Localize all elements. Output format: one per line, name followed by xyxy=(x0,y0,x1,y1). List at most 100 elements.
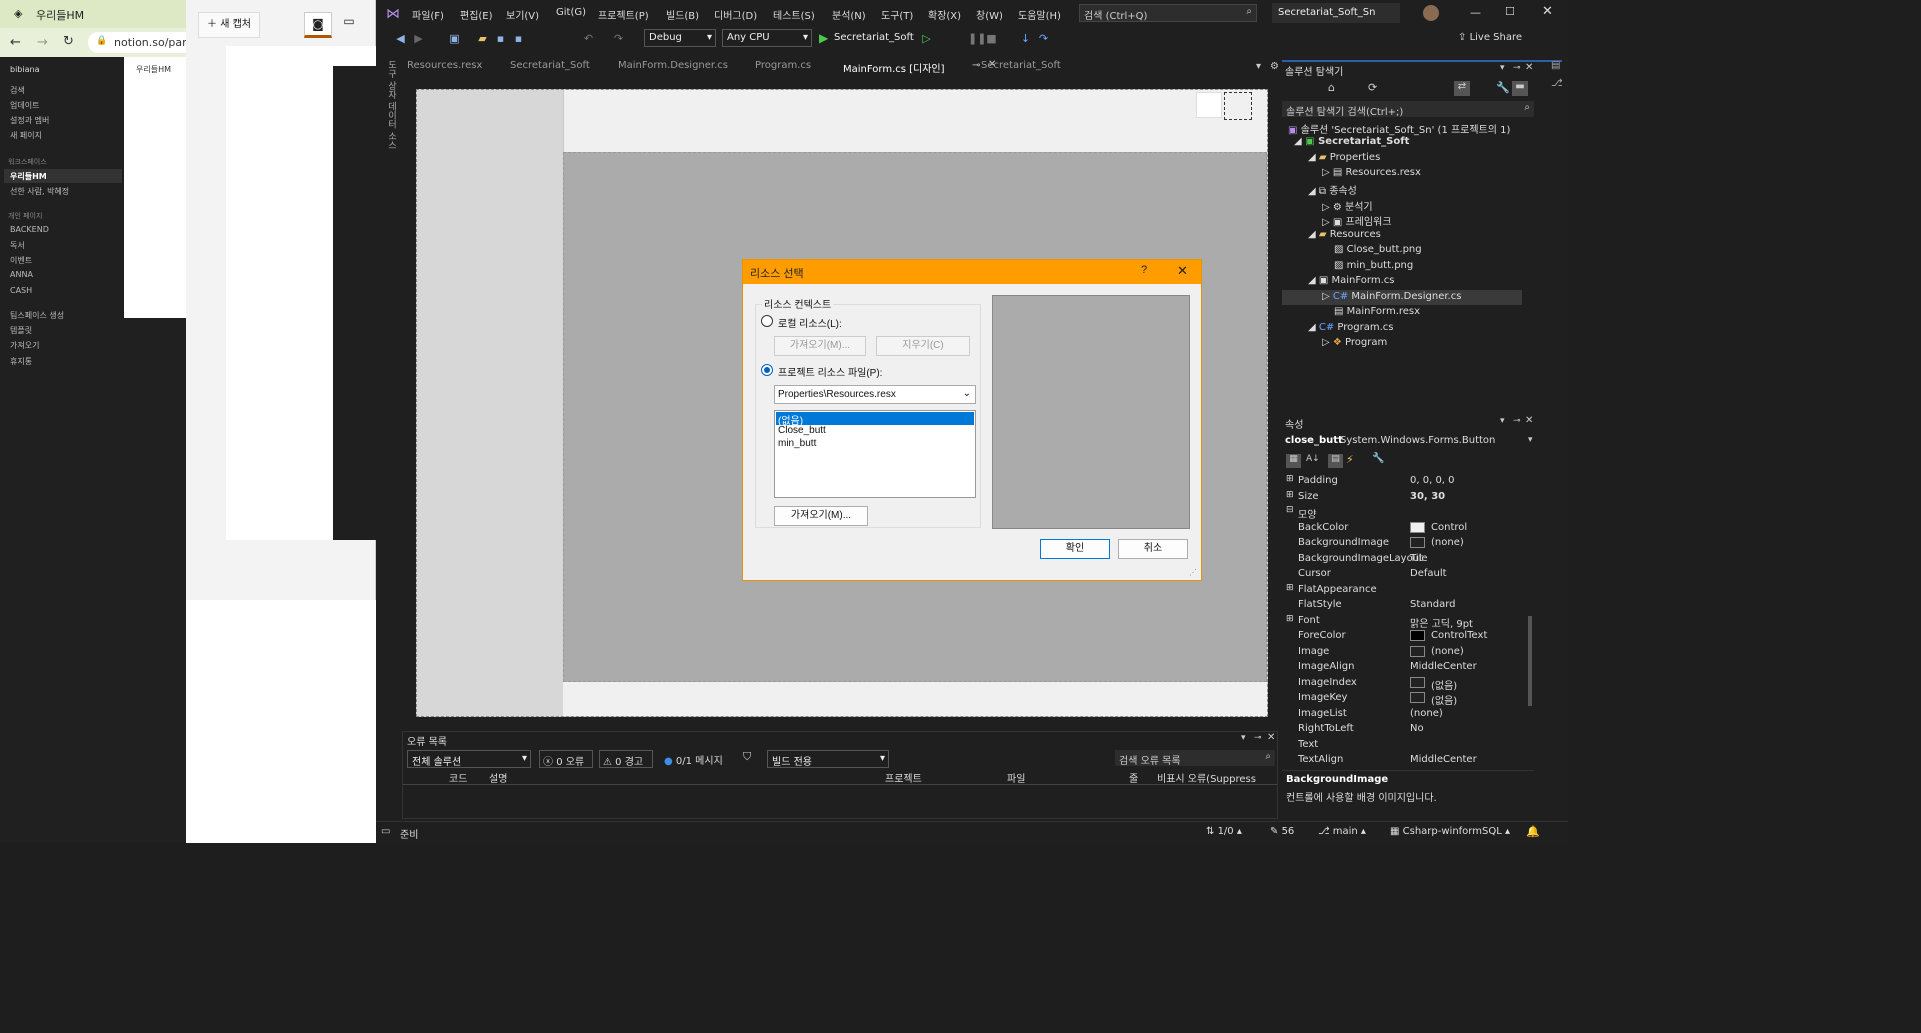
reload-icon[interactable]: ↻ xyxy=(63,34,74,49)
warnings-filter[interactable]: ⚠ 0 경고 xyxy=(599,750,653,768)
prop-row[interactable]: ImageKey (없음) xyxy=(1286,690,1556,707)
tree-min-butt-png[interactable]: ▨ min_butt.png xyxy=(1334,260,1413,271)
tree-resources-folder[interactable]: ◢ ▰ Resources xyxy=(1308,229,1381,240)
workspace-switcher[interactable]: bibiana xyxy=(10,65,39,74)
page-breadcrumb[interactable]: 우리들HM xyxy=(136,64,171,75)
clear-button-disabled[interactable]: 지우기(C) xyxy=(876,336,970,356)
menu-build[interactable]: 빌드(B) xyxy=(666,7,699,22)
camera-icon[interactable]: ◙ xyxy=(304,12,332,38)
col-file[interactable]: 파일 xyxy=(1007,770,1025,785)
tab-mainform-design-active[interactable]: MainForm.cs [디자인] ⊸ ✕ xyxy=(832,57,1000,77)
project-resource-radio[interactable] xyxy=(761,364,773,376)
tab-dropdown-icon[interactable]: ▾ xyxy=(1256,61,1261,72)
templates[interactable]: 템플릿 xyxy=(10,325,32,336)
build-filter-dropdown[interactable]: 빌드 전용 ▾ xyxy=(767,750,889,768)
filter-icon[interactable]: ⛉ xyxy=(743,750,751,764)
show-all-files-icon[interactable]: ⇄ xyxy=(1454,81,1470,96)
scrollbar-thumb[interactable] xyxy=(1528,616,1532,706)
stop-icon[interactable]: ■ xyxy=(985,32,998,45)
page-item-ourhm[interactable]: 우리들HM xyxy=(10,171,47,182)
tree-program-cs[interactable]: ◢ C# Program.cs xyxy=(1308,322,1394,333)
prop-row[interactable]: ImageList (none) xyxy=(1286,706,1556,722)
step-into-icon[interactable]: ↓ xyxy=(1019,32,1032,45)
resize-grip-icon[interactable]: ⋰ xyxy=(1189,568,1197,577)
nav-updates[interactable]: 업데이트 xyxy=(10,100,39,111)
config-dropdown[interactable]: Debug ▾ xyxy=(644,29,716,47)
undo-icon[interactable]: ↶ xyxy=(582,32,595,45)
toolbox-side-tab[interactable]: 도구 상자 데이터 소스 xyxy=(380,60,398,170)
close-butt-control-selected[interactable] xyxy=(1224,92,1252,120)
panel-close-icon[interactable]: ✕ xyxy=(1525,415,1533,426)
dialog-close-icon[interactable]: ✕ xyxy=(1177,263,1188,279)
expand-plus-icon[interactable]: ⊞ xyxy=(1286,583,1294,593)
alphabetical-icon[interactable]: A↓ xyxy=(1306,454,1320,464)
menu-debug[interactable]: 디버그(D) xyxy=(714,7,757,22)
tree-frameworks[interactable]: ▷ ▣ 프레임워크 xyxy=(1322,213,1392,228)
back-icon[interactable]: ← xyxy=(10,35,21,50)
resx-file-dropdown[interactable]: Properties\Resources.resx ⌄ xyxy=(774,385,976,404)
col-description[interactable]: 설명 xyxy=(489,770,507,785)
property-pages-icon[interactable]: 🔧 xyxy=(1372,453,1384,464)
browser-tab[interactable]: ◈ 우리들HM xyxy=(0,0,186,28)
create-teamspace[interactable]: 팀스페이스 생성 xyxy=(10,310,64,321)
resource-listbox[interactable]: (없음) Close_butt min_butt xyxy=(774,410,976,498)
new-project-icon[interactable]: ▣ xyxy=(448,32,461,45)
menu-analyze[interactable]: 분석(N) xyxy=(832,7,866,22)
list-item-min-butt[interactable]: min_butt xyxy=(776,438,974,451)
tree-project[interactable]: ◢ ▣ Secretariat_Soft xyxy=(1294,136,1409,147)
pause-icon[interactable]: ❚❚ xyxy=(968,32,986,45)
pending-edits[interactable]: ✎ 56 xyxy=(1270,826,1294,837)
properties-wrench-icon[interactable]: 🔧 xyxy=(1496,81,1510,94)
ok-button[interactable]: 확인 xyxy=(1040,539,1110,559)
tree-mainform-cs[interactable]: ◢ ▣ MainForm.cs xyxy=(1308,275,1394,286)
tree-program-class[interactable]: ▷ ❖ Program xyxy=(1322,337,1387,348)
prop-row[interactable]: Text xyxy=(1286,737,1556,753)
panel-pin-icon[interactable]: ⊸ xyxy=(1513,63,1521,73)
redo-icon[interactable]: ↷ xyxy=(612,32,625,45)
menu-project[interactable]: 프로젝트(P) xyxy=(598,7,649,22)
minimize-icon[interactable]: — xyxy=(1470,6,1481,19)
help-icon[interactable]: ? xyxy=(1141,264,1147,276)
pin-icon[interactable]: ⊸ xyxy=(972,60,980,71)
prop-row[interactable]: ForeColor ControlText xyxy=(1286,628,1556,644)
panel-pin-icon[interactable]: ⊸ xyxy=(1513,416,1521,426)
messages-filter[interactable]: ● 0/1 메시지 xyxy=(661,750,735,768)
scope-dropdown[interactable]: 전체 솔루션 ▾ xyxy=(407,750,531,768)
prop-row[interactable]: BackColor Control xyxy=(1286,520,1556,536)
local-resource-label[interactable]: 로컬 리소스(L): xyxy=(778,315,842,330)
menu-window[interactable]: 창(W) xyxy=(976,7,1003,22)
open-folder-icon[interactable]: ▰ xyxy=(476,32,489,45)
notifications-side-icon[interactable]: ▤ xyxy=(1551,60,1560,71)
form-footer-panel[interactable] xyxy=(563,682,1267,716)
panel-dropdown-icon[interactable]: ▾ xyxy=(1500,416,1505,426)
form-header-panel[interactable] xyxy=(563,90,1267,152)
tree-mainform-resx[interactable]: ▤ MainForm.resx xyxy=(1334,306,1420,317)
tab-secretariat-soft-2[interactable]: Secretariat_Soft xyxy=(981,60,1061,71)
prop-row[interactable]: ⊞ Padding 0, 0, 0, 0 xyxy=(1286,473,1556,489)
menu-test[interactable]: 테스트(S) xyxy=(773,7,815,22)
preview-icon[interactable]: ▬ xyxy=(1512,81,1528,96)
panel-close-icon[interactable]: ✕ xyxy=(1525,62,1533,73)
import[interactable]: 가져오기 xyxy=(10,340,39,351)
project-import-button[interactable]: 가져오기(M)... xyxy=(774,506,868,526)
start-without-debug-icon[interactable]: ▷ xyxy=(920,32,933,45)
prop-row[interactable]: Image (none) xyxy=(1286,644,1556,660)
tab-mainform-designer[interactable]: MainForm.Designer.cs xyxy=(618,60,728,71)
col-line[interactable]: 줄 xyxy=(1129,770,1138,785)
tree-mainform-designer[interactable]: ▷ C# MainForm.Designer.cs xyxy=(1322,291,1461,302)
panel-pin-icon[interactable]: ⊸ xyxy=(1254,733,1262,743)
refresh-icon[interactable]: ⟳ xyxy=(1368,81,1377,94)
object-selector[interactable]: close_butt System.Windows.Forms.Button ▾ xyxy=(1282,433,1534,449)
forward-icon[interactable]: → xyxy=(37,35,48,50)
prop-row[interactable]: ⊞ Font 맑은 고딕, 9pt xyxy=(1286,613,1556,630)
error-search-box[interactable]: 검색 오류 목록 ⌕ xyxy=(1115,750,1275,767)
prop-row[interactable]: TextAlign MiddleCenter xyxy=(1286,752,1556,768)
panel-dropdown-icon[interactable]: ▾ xyxy=(1241,733,1246,743)
prop-row[interactable]: RightToLeft No xyxy=(1286,721,1556,737)
navigate-forward-icon[interactable]: ▶ xyxy=(412,32,425,45)
prop-row[interactable]: Cursor Default xyxy=(1286,566,1556,582)
menu-file[interactable]: 파일(F) xyxy=(412,7,444,22)
video-icon[interactable]: ▭ xyxy=(338,14,360,36)
expand-plus-icon[interactable]: ⊞ xyxy=(1286,614,1294,624)
new-capture-button[interactable]: ＋ 새 캡처 xyxy=(198,12,260,38)
